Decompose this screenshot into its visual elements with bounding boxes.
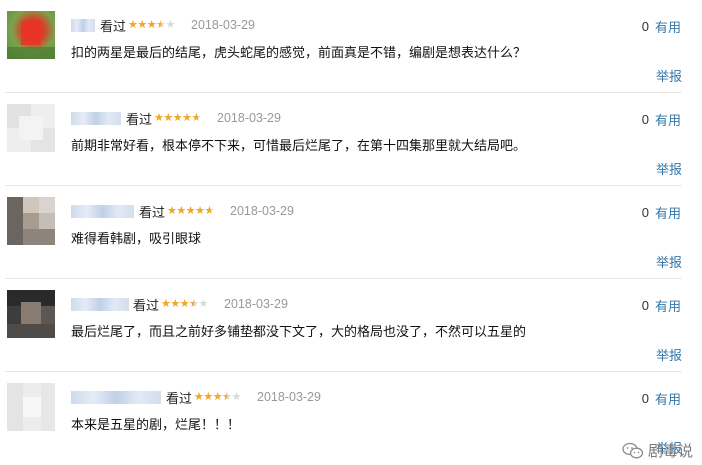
report-link[interactable]: 举报 bbox=[656, 159, 682, 178]
useful-button[interactable]: 有用 bbox=[655, 203, 681, 222]
watched-label: 看过 bbox=[139, 205, 166, 221]
useful-group: 0 有用 bbox=[642, 17, 681, 36]
review-date: 2018-03-29 bbox=[224, 297, 288, 311]
useful-count: 0 bbox=[641, 112, 649, 127]
useful-button[interactable]: 有用 bbox=[655, 110, 681, 129]
review-meta: 看过 ★★★★★★★★★★ 2018-03-29 bbox=[71, 296, 288, 314]
useful-group: 0 有用 bbox=[642, 389, 681, 408]
wechat-icon bbox=[622, 442, 644, 458]
watched-label: 看过 bbox=[166, 391, 193, 407]
rating-stars: ★★★★★★★★★★ bbox=[167, 204, 214, 217]
username-blurred[interactable] bbox=[71, 297, 129, 311]
report-link[interactable]: 举报 bbox=[656, 66, 682, 85]
watermark-text: 剧毒说 bbox=[647, 442, 693, 460]
useful-button[interactable]: 有用 bbox=[655, 17, 681, 36]
review-text: 前期非常好看，根本停不下来，可惜最后烂尾了，在第十四集那里就大结局吧。 bbox=[71, 139, 527, 154]
review-date: 2018-03-29 bbox=[217, 111, 281, 125]
review-meta: 看过 ★★★★★★★★★★ 2018-03-29 bbox=[71, 203, 294, 221]
review-date: 2018-03-29 bbox=[230, 204, 294, 218]
watched-label: 看过 bbox=[126, 112, 153, 128]
username-blurred[interactable] bbox=[71, 204, 134, 218]
avatar[interactable] bbox=[7, 104, 55, 152]
username-blurred[interactable] bbox=[71, 111, 121, 125]
useful-group: 0 有用 bbox=[642, 296, 681, 315]
avatar[interactable] bbox=[7, 383, 55, 431]
useful-count: 0 bbox=[641, 19, 649, 34]
review-item: 看过 ★★★★★★★★★★ 2018-03-29 0 有用 扣的两星是最后的结尾… bbox=[0, 0, 702, 93]
rating-stars: ★★★★★★★★★★ bbox=[161, 297, 208, 310]
review-text: 本来是五星的剧，烂尾！！！ bbox=[71, 418, 241, 433]
rating-stars: ★★★★★★★★★★ bbox=[194, 390, 241, 403]
avatar[interactable] bbox=[7, 290, 55, 338]
rating-stars: ★★★★★★★★★★ bbox=[154, 111, 201, 124]
avatar[interactable] bbox=[7, 197, 55, 245]
review-item: 看过 ★★★★★★★★★★ 2018-03-29 0 有用 本来是五星的剧，烂尾… bbox=[0, 372, 702, 465]
review-item: 看过 ★★★★★ ★★★★★ 2018-03-29 0 有用 前期非常好看，根本停… bbox=[0, 93, 702, 186]
review-item: 看过 ★★★★★ ★★★★★ 2018-03-29 0 有用 难得看韩剧，吸引眼球… bbox=[0, 186, 702, 279]
useful-group: 0 有用 bbox=[642, 110, 681, 129]
review-item: 看过 ★★★★★★★★★★ 2018-03-29 0 有用 最后烂尾了，而且之前… bbox=[0, 279, 702, 372]
useful-count: 0 bbox=[641, 205, 649, 220]
username-blurred[interactable] bbox=[71, 18, 95, 32]
review-meta: 看过 ★★★★★★★★★★ 2018-03-29 bbox=[71, 110, 281, 128]
useful-count: 0 bbox=[641, 391, 649, 406]
review-text: 扣的两星是最后的结尾，虎头蛇尾的感觉，前面真是不错，编剧是想表达什么？ bbox=[71, 46, 527, 61]
useful-button[interactable]: 有用 bbox=[655, 389, 681, 408]
review-text: 难得看韩剧，吸引眼球 bbox=[71, 232, 202, 247]
review-date: 2018-03-29 bbox=[191, 18, 255, 32]
useful-count: 0 bbox=[641, 298, 649, 313]
useful-button[interactable]: 有用 bbox=[655, 296, 681, 315]
review-meta: 看过 ★★★★★★★★★★ 2018-03-29 bbox=[71, 17, 255, 35]
review-text: 最后烂尾了，而且之前好多铺垫都没下文了，大的格局也没了，不然可以五星的 bbox=[71, 325, 527, 340]
review-meta: 看过 ★★★★★★★★★★ 2018-03-29 bbox=[71, 389, 321, 407]
watched-label: 看过 bbox=[100, 19, 127, 35]
username-blurred[interactable] bbox=[71, 390, 161, 404]
avatar[interactable] bbox=[7, 11, 55, 59]
watermark: 剧毒说 bbox=[622, 440, 693, 461]
watched-label: 看过 bbox=[133, 298, 160, 314]
rating-stars: ★★★★★★★★★★ bbox=[128, 18, 175, 31]
useful-group: 0 有用 bbox=[642, 203, 681, 222]
report-link[interactable]: 举报 bbox=[656, 345, 682, 364]
report-link[interactable]: 举报 bbox=[656, 252, 682, 271]
review-date: 2018-03-29 bbox=[257, 390, 321, 404]
